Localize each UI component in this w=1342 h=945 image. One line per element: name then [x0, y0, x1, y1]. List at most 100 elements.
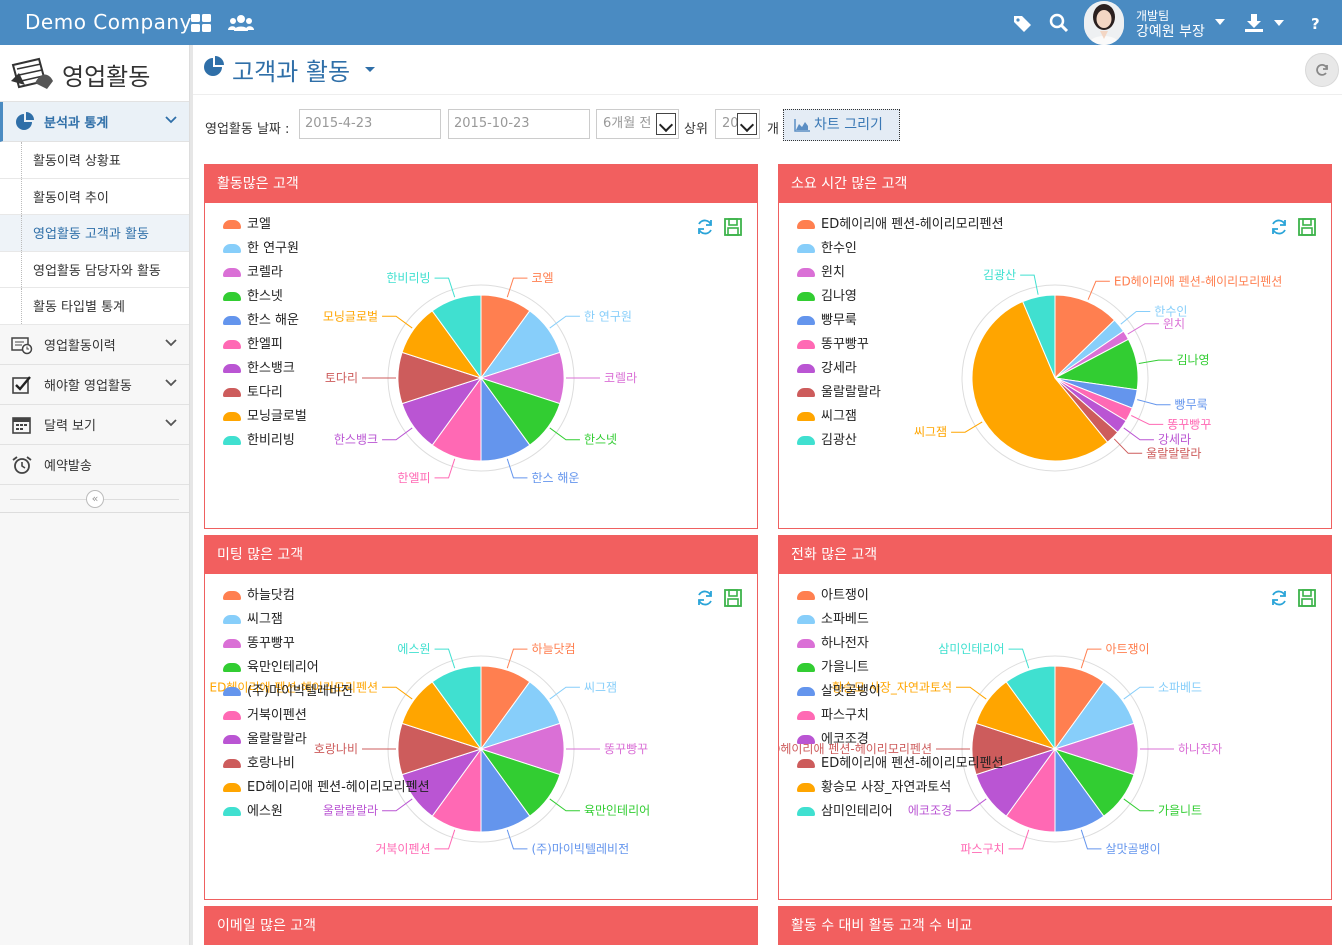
top-count-select[interactable]: 20 [715, 109, 760, 139]
page-title-caret-icon[interactable] [365, 67, 375, 72]
legend-swatch [797, 436, 815, 445]
legend-item[interactable]: 파스구치 [795, 704, 1004, 728]
sidebar-item-customer-activity[interactable]: 영업활동 고객과 활동 [0, 215, 189, 252]
search-icon[interactable] [1048, 12, 1070, 34]
page-header: 고객과 활동 [193, 45, 1342, 95]
refresh-icon[interactable] [1269, 217, 1289, 237]
end-date-input[interactable]: 2015-10-23 [448, 109, 590, 139]
sidebar-item-type-stats[interactable]: 활동 타입별 통계 [0, 288, 189, 325]
legend-swatch [223, 759, 241, 768]
sidebar-item-activity-status[interactable]: 활동이력 상황표 [0, 142, 189, 179]
legend-item[interactable]: 씨그잼 [795, 405, 1004, 429]
legend-item[interactable]: ED헤이리애 펜션-헤이리모리펜션 [221, 776, 430, 800]
sidebar-section-todo[interactable]: 해야할 영업활동 [0, 365, 189, 405]
legend-item[interactable]: (주)마이빅텔레비전 [221, 680, 430, 704]
legend-item[interactable]: 윈치 [795, 261, 1004, 285]
legend-item[interactable]: 코렐라 [221, 261, 307, 285]
save-icon[interactable] [1297, 588, 1317, 608]
start-date-input[interactable]: 2015-4-23 [299, 109, 441, 139]
users-icon[interactable] [228, 12, 254, 34]
period-select[interactable]: 6개월 전 [596, 109, 679, 139]
legend-item[interactable]: 아트쟁이 [795, 584, 1004, 608]
chart-panel-most-calls: 전화 많은 고객 아트쟁이 소파베드 하나전자 가을니트 살맛골뱅이 파스구치 에코조경 ED… [778, 535, 1332, 900]
pie-label-line [549, 315, 580, 329]
refresh-button[interactable] [1305, 53, 1339, 87]
legend-item[interactable]: 삼미인테리어 [795, 800, 1004, 824]
pie-slice-label: 똥꾸빵꾸 [1167, 417, 1211, 431]
legend-item[interactable]: 토다리 [221, 381, 307, 405]
legend-item[interactable]: 황승모 사장_자연과토석 [795, 776, 1004, 800]
legend-item[interactable]: 빵무룩 [795, 309, 1004, 333]
main-content: 고객과 활동 영업활동 날짜 : 2015-4-23 2015-10-23 6개… [193, 45, 1342, 945]
legend-item[interactable]: 소파베드 [795, 608, 1004, 632]
caret-down-icon[interactable] [1273, 19, 1285, 27]
legend-label: 코엘 [247, 217, 271, 232]
legend-swatch [797, 735, 815, 744]
sidebar-section-analytics[interactable]: 분석과 통계 [0, 102, 189, 142]
legend-item[interactable]: 김광산 [795, 429, 1004, 453]
legend-item[interactable]: 한수인 [795, 237, 1004, 261]
pie-label-line [1138, 359, 1173, 364]
legend-swatch [223, 615, 241, 624]
legend-item[interactable]: 한스뱅크 [221, 357, 307, 381]
refresh-icon[interactable] [695, 217, 715, 237]
collapse-sidebar-icon[interactable]: « [86, 489, 104, 508]
legend-item[interactable]: 울랄랄랄라 [795, 381, 1004, 405]
sidebar-section-label: 예약발송 [44, 458, 92, 474]
sidebar-section-scheduled-send[interactable]: 예약발송 [0, 445, 189, 485]
refresh-icon[interactable] [695, 588, 715, 608]
tags-icon[interactable] [1012, 12, 1034, 34]
sidebar-section-history[interactable]: 영업활동이력 [0, 325, 189, 365]
legend-label: ED헤이리애 펜션-헤이리모리펜션 [821, 756, 1004, 771]
pie-slice-label: 울랄랄랄라 [1146, 446, 1201, 460]
legend-item[interactable]: 하나전자 [795, 632, 1004, 656]
save-icon[interactable] [723, 217, 743, 237]
page-title[interactable]: 고객과 활동 [232, 52, 350, 87]
save-icon[interactable] [723, 588, 743, 608]
draw-chart-button[interactable]: 차트 그리기 [783, 109, 900, 141]
legend-swatch [223, 711, 241, 720]
download-icon[interactable] [1243, 12, 1265, 34]
legend-item[interactable]: 코엘 [221, 213, 307, 237]
legend-item[interactable]: 씨그잼 [221, 608, 430, 632]
legend-item[interactable]: 살맛골뱅이 [795, 680, 1004, 704]
legend-item[interactable]: 강세라 [795, 357, 1004, 381]
legend-item[interactable]: 에스원 [221, 800, 430, 824]
legend-swatch [223, 412, 241, 421]
legend-item[interactable]: 김나영 [795, 285, 1004, 309]
legend-item[interactable]: 울랄랄랄라 [221, 728, 430, 752]
sidebar-item-activity-trend[interactable]: 활동이력 추이 [0, 178, 189, 215]
legend-item[interactable]: 호랑나비 [221, 752, 430, 776]
unit-label: 개 [767, 122, 779, 137]
legend-item[interactable]: 가을니트 [795, 656, 1004, 680]
legend-swatch [223, 735, 241, 744]
sidebar-section-calendar[interactable]: 달력 보기 [0, 405, 189, 445]
legend-item[interactable]: 하늘닷컴 [221, 584, 430, 608]
legend-item[interactable]: 한엘피 [221, 333, 307, 357]
legend-item[interactable]: 한 연구원 [221, 237, 307, 261]
legend-item[interactable]: 한비리빙 [221, 429, 307, 453]
save-icon[interactable] [1297, 217, 1317, 237]
legend-item[interactable]: 똥꾸빵꾸 [221, 632, 430, 656]
legend-item[interactable]: 모닝글로벌 [221, 405, 307, 429]
legend-item[interactable]: 한스넷 [221, 285, 307, 309]
dashboard-grid-icon[interactable] [190, 12, 212, 34]
user-avatar [1084, 1, 1124, 45]
legend-item[interactable]: 에코조경 [795, 728, 1004, 752]
sidebar-section-label: 해야할 영업활동 [44, 378, 132, 394]
legend-item[interactable]: 한스 해운 [221, 309, 307, 333]
legend-label: 울랄랄랄라 [247, 732, 307, 747]
legend-item[interactable]: ED헤이리애 펜션-헤이리모리펜션 [795, 752, 1004, 776]
sidebar-item-staff-activity[interactable]: 영업활동 담당자와 활동 [0, 251, 189, 288]
legend-item[interactable]: 육만인테리어 [221, 656, 430, 680]
legend-label: 에스원 [247, 804, 283, 819]
legend-item[interactable]: 똥꾸빵꾸 [795, 333, 1004, 357]
legend-item[interactable]: 거북이펜션 [221, 704, 430, 728]
refresh-icon[interactable] [1269, 588, 1289, 608]
legend-swatch [223, 783, 241, 792]
legend-swatch [797, 663, 815, 672]
pie-slice-label: 윈치 [1163, 317, 1185, 331]
help-icon[interactable]: ? [1306, 12, 1328, 34]
legend-item[interactable]: ED헤이리애 펜션-헤이리모리펜션 [795, 213, 1004, 237]
brand-name[interactable]: Demo Company [25, 10, 192, 34]
